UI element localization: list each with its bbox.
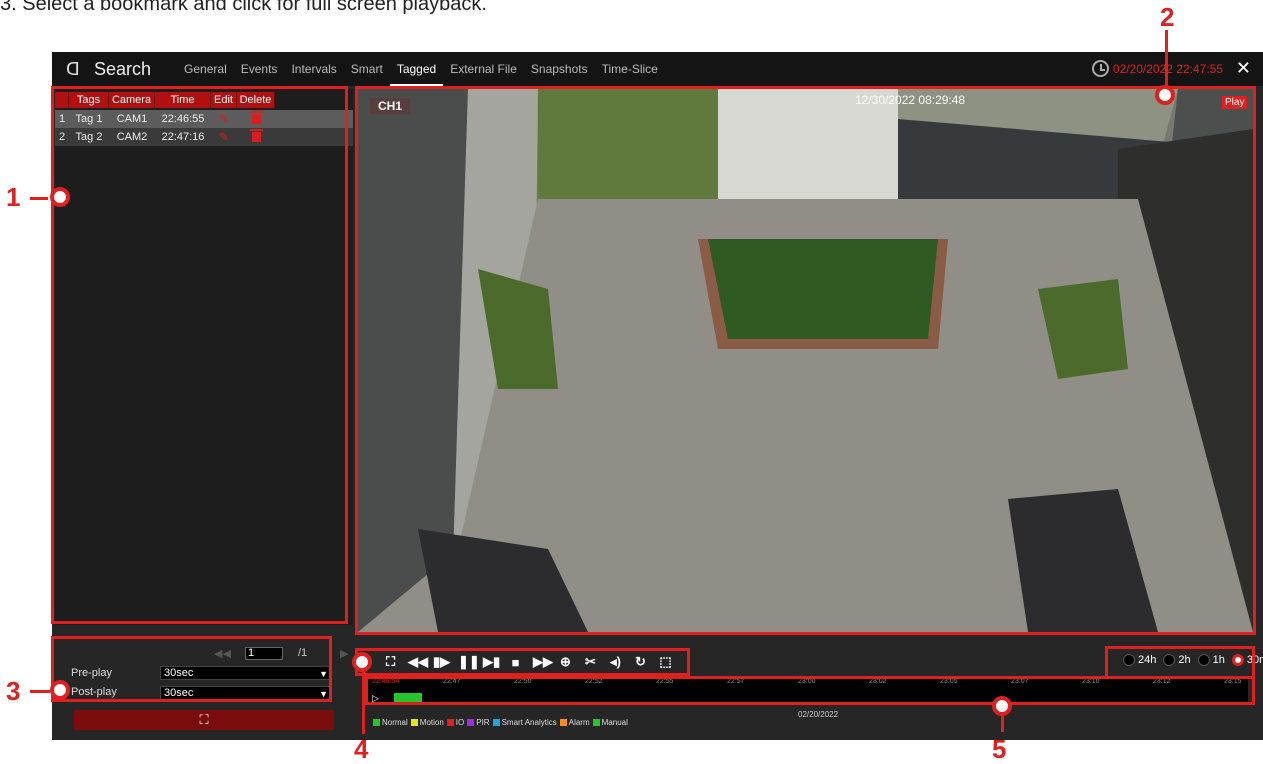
legend-swatch — [492, 719, 500, 726]
legend-item: Smart Analytics — [492, 718, 557, 727]
close-icon[interactable]: ✕ — [1236, 58, 1251, 79]
tab-events[interactable]: Events — [234, 52, 285, 86]
legend-item: IO — [446, 718, 465, 727]
callout-box-2 — [355, 86, 1256, 635]
callout-box-5 — [365, 676, 1255, 705]
callout-5-number: 5 — [992, 734, 1007, 764]
clock-icon — [1091, 60, 1109, 77]
callout-4-number: 4 — [354, 734, 369, 764]
legend-item: Normal — [373, 718, 408, 727]
legend-label: Normal — [382, 718, 408, 727]
legend-swatch — [410, 719, 418, 726]
legend-label: Smart Analytics — [501, 718, 557, 727]
legend-item: Motion — [410, 718, 444, 727]
callout-3-number: 3 — [6, 676, 21, 706]
system-clock: 02/20/2022 22:47:55 — [1091, 60, 1223, 77]
legend-label: Alarm — [568, 718, 590, 727]
legend-item: Alarm — [559, 718, 590, 727]
tab-time-slice[interactable]: Time-Slice — [595, 52, 665, 86]
search-logo: ᗡ Search — [66, 58, 151, 80]
search-icon: ᗡ — [66, 59, 80, 79]
tab-external-file[interactable]: External File — [443, 52, 524, 86]
legend-swatch — [467, 719, 475, 726]
callout-3-leader — [30, 690, 50, 693]
legend-label: IO — [455, 718, 465, 727]
callout-5-marker — [992, 696, 1012, 716]
instruction-caption: 3. Select a bookmark and click for full … — [0, 0, 487, 15]
fullscreen-icon: ⛶ — [199, 712, 209, 727]
legend-swatch — [592, 719, 600, 726]
callout-box-1 — [51, 86, 348, 624]
legend-swatch — [446, 719, 454, 726]
callout-2-number: 2 — [1160, 2, 1175, 32]
callout-box-4 — [355, 648, 690, 676]
callout-box-5b — [1105, 646, 1255, 679]
legend-label: Manual — [601, 718, 628, 727]
callout-3-marker — [50, 680, 70, 700]
callout-2-marker — [1155, 85, 1175, 105]
top-bar: ᗡ Search General Events Intervals Smart … — [52, 52, 1263, 86]
callout-2-leader — [1165, 30, 1168, 92]
legend-swatch — [559, 719, 567, 726]
callout-1-marker — [50, 187, 70, 207]
fullscreen-playback-button[interactable]: ⛶ — [74, 710, 334, 730]
callout-1-number: 1 — [6, 182, 21, 212]
callout-box-3 — [51, 636, 332, 702]
legend-swatch — [373, 719, 380, 726]
legend-item: PIR — [467, 718, 490, 727]
timeline-date: 02/20/2022 — [798, 710, 839, 719]
tab-bar: General Events Intervals Smart Tagged Ex… — [177, 52, 665, 86]
tab-snapshots[interactable]: Snapshots — [524, 52, 595, 86]
callout-1-leader — [30, 197, 48, 200]
callout-4-marker — [352, 652, 372, 672]
legend-label: PIR — [476, 718, 490, 727]
tab-tagged[interactable]: Tagged — [389, 52, 444, 86]
legend: Normal Motion IO PIR Smart Analytics Alarm Man… — [373, 718, 631, 727]
legend-label: Motion — [419, 718, 444, 727]
legend-item: Manual — [592, 718, 628, 727]
tab-general[interactable]: General — [177, 52, 234, 86]
app-title: Search — [94, 58, 152, 79]
next-page-icon[interactable]: ▶ — [340, 647, 348, 660]
tab-intervals[interactable]: Intervals — [284, 52, 343, 86]
tab-smart[interactable]: Smart — [344, 52, 390, 86]
